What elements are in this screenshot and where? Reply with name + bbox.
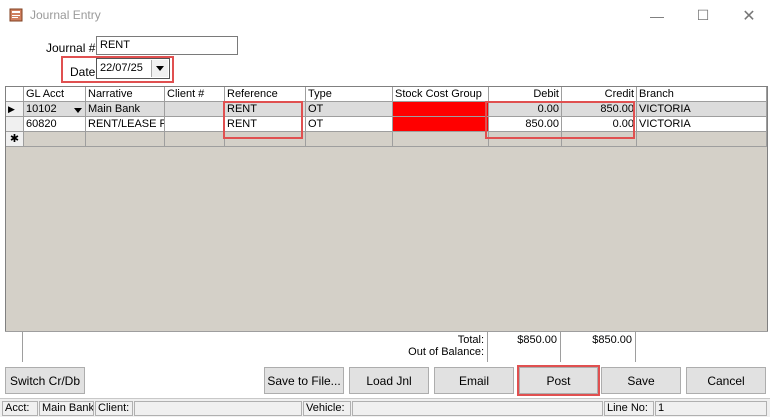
title-bar: Journal Entry — ☐ ✕ (0, 0, 770, 31)
load-jnl-button[interactable]: Load Jnl (349, 367, 429, 394)
new-row-selector[interactable]: ✱ (6, 132, 24, 147)
minimize-icon: — (650, 7, 664, 24)
status-bar: Acct: Main Bank Client: Vehicle: Line No… (0, 398, 770, 417)
row-header-corner (6, 87, 24, 102)
date-dropdown-button[interactable] (151, 60, 168, 77)
gl-acct-dropdown-button[interactable] (72, 104, 84, 116)
cancel-button[interactable]: Cancel (686, 367, 766, 394)
table-cell-branch[interactable]: VICTORIA (637, 117, 767, 132)
journal-grid[interactable]: GL Acct Narrative Client # Reference Typ… (5, 86, 768, 361)
new-row-cell[interactable] (306, 132, 393, 147)
new-row-cell[interactable] (562, 132, 637, 147)
table-cell-debit[interactable]: 850.00 (489, 117, 562, 132)
new-row-cell[interactable] (24, 132, 86, 147)
table-cell-stock-cost-group[interactable] (393, 102, 489, 117)
col-header-type[interactable]: Type (306, 87, 393, 102)
table-cell-debit[interactable]: 0.00 (489, 102, 562, 117)
new-row-cell[interactable] (489, 132, 562, 147)
journal-app-icon (9, 8, 23, 22)
table-cell-gl-acct[interactable]: 60820 (24, 117, 86, 132)
col-header-branch[interactable]: Branch (637, 87, 767, 102)
table-cell-credit[interactable]: 0.00 (562, 117, 637, 132)
table-cell-narrative[interactable]: Main Bank (86, 102, 165, 117)
dropdown-arrow-icon (74, 107, 82, 113)
col-header-client[interactable]: Client # (165, 87, 225, 102)
status-vehicle-label: Vehicle: (303, 401, 351, 416)
minimize-button[interactable]: — (634, 0, 680, 31)
date-value: 22/07/25 (100, 62, 143, 74)
dropdown-arrow-icon (156, 66, 164, 71)
col-header-credit[interactable]: Credit (562, 87, 637, 102)
table-cell-reference[interactable]: RENT (225, 117, 306, 132)
date-label: Date (70, 65, 96, 79)
col-header-stock-cost-group[interactable]: Stock Cost Group (393, 87, 489, 102)
table-cell-client[interactable] (165, 102, 225, 117)
current-row-marker-icon: ▶ (8, 104, 15, 114)
out-of-balance-label: Out of Balance: (408, 346, 484, 358)
totals-bar: Total: Out of Balance: $850.00 $850.00 (5, 331, 768, 362)
new-row-cell[interactable] (393, 132, 489, 147)
total-debit: $850.00 (488, 332, 561, 362)
status-acct-value: Main Bank (39, 401, 94, 416)
col-header-gl-acct[interactable]: GL Acct (24, 87, 86, 102)
status-vehicle-value (352, 401, 603, 416)
col-header-narrative[interactable]: Narrative (86, 87, 165, 102)
total-credit: $850.00 (561, 332, 636, 362)
col-header-debit[interactable]: Debit (489, 87, 562, 102)
maximize-button[interactable]: ☐ (680, 0, 726, 31)
window-title: Journal Entry (30, 8, 101, 22)
row-selector[interactable] (6, 117, 24, 132)
table-cell-client[interactable] (165, 117, 225, 132)
journal-label: Journal # (46, 41, 96, 55)
totals-labels: Total: Out of Balance: (23, 332, 488, 362)
table-cell-type[interactable]: OT (306, 117, 393, 132)
save-button[interactable]: Save (601, 367, 681, 394)
close-button[interactable]: ✕ (726, 0, 770, 31)
new-row-cell[interactable] (225, 132, 306, 147)
table-cell-type[interactable]: OT (306, 102, 393, 117)
table-cell-reference[interactable]: RENT (225, 102, 306, 117)
row-selector[interactable]: ▶ (6, 102, 24, 117)
maximize-icon: ☐ (696, 7, 710, 23)
new-row-cell[interactable] (165, 132, 225, 147)
table-cell-branch[interactable]: VICTORIA (637, 102, 767, 117)
new-row-cell[interactable] (86, 132, 165, 147)
table-cell-stock-cost-group[interactable] (393, 117, 489, 132)
email-button[interactable]: Email (434, 367, 514, 394)
totals-spacer (5, 332, 23, 362)
switch-cr-db-button[interactable]: Switch Cr/Db (5, 367, 85, 394)
col-header-reference[interactable]: Reference (225, 87, 306, 102)
table-cell-credit[interactable]: 850.00 (562, 102, 637, 117)
status-line-value: 1 (655, 401, 767, 416)
status-line-label: Line No: (604, 401, 654, 416)
total-label: Total: (457, 334, 484, 346)
status-acct-label: Acct: (2, 401, 38, 416)
new-row-asterisk-icon: ✱ (9, 133, 20, 145)
close-icon: ✕ (742, 7, 756, 25)
journal-input[interactable]: RENT (96, 36, 238, 55)
date-picker[interactable]: 22/07/25 (96, 58, 170, 79)
new-row-cell[interactable] (637, 132, 767, 147)
totals-branch-spacer (636, 332, 766, 362)
status-client-label: Client: (95, 401, 133, 416)
status-client-value (134, 401, 302, 416)
save-to-file-button[interactable]: Save to File... (264, 367, 344, 394)
table-cell-narrative[interactable]: RENT/LEASE PA (86, 117, 165, 132)
post-button[interactable]: Post (519, 367, 598, 394)
